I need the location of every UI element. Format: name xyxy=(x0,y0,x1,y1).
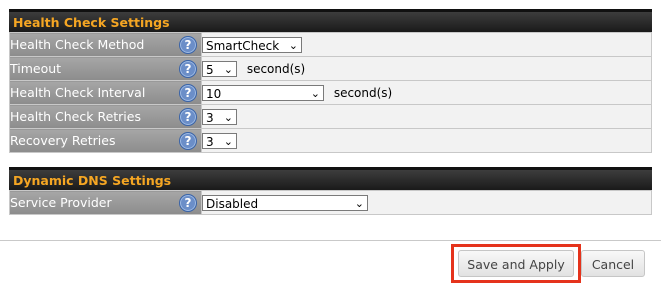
help-icon[interactable]: ? xyxy=(179,60,197,78)
timeout-row: Timeout ? 5 ⌄ second(s) xyxy=(9,56,652,81)
cancel-button[interactable]: Cancel xyxy=(581,250,645,277)
dynamic-dns-settings-title: Dynamic DNS Settings xyxy=(9,167,652,190)
health-check-interval-unit: second(s) xyxy=(333,85,393,100)
service-provider-select[interactable]: Disabled ⌄ xyxy=(202,194,368,211)
footer-divider xyxy=(0,240,661,241)
health-check-interval-label: Health Check Interval xyxy=(10,85,146,100)
save-and-apply-button[interactable]: Save and Apply xyxy=(458,250,574,277)
timeout-label: Timeout xyxy=(10,61,62,76)
health-check-settings-title: Health Check Settings xyxy=(9,9,652,32)
health-check-interval-select[interactable]: 10 ⌄ xyxy=(202,84,324,101)
chevron-down-icon: ⌄ xyxy=(223,110,233,124)
timeout-select[interactable]: 5 ⌄ xyxy=(202,60,237,77)
health-check-method-row: Health Check Method ? SmartCheck ⌄ xyxy=(9,32,652,57)
help-icon[interactable]: ? xyxy=(179,108,197,126)
health-check-retries-select[interactable]: 3 ⌄ xyxy=(202,108,237,125)
chevron-down-icon: ⌄ xyxy=(288,38,298,52)
service-provider-row: Service Provider ? Disabled ⌄ xyxy=(9,190,652,215)
dynamic-dns-settings-panel: Dynamic DNS Settings Service Provider ? … xyxy=(9,167,652,215)
timeout-unit: second(s) xyxy=(246,61,306,76)
chevron-down-icon: ⌄ xyxy=(223,134,233,148)
dynamic-dns-settings-table: Service Provider ? Disabled ⌄ xyxy=(9,190,652,215)
service-provider-label: Service Provider xyxy=(10,195,112,210)
health-check-method-label: Health Check Method xyxy=(10,37,145,52)
health-check-retries-label: Health Check Retries xyxy=(10,109,141,124)
chevron-down-icon: ⌄ xyxy=(310,86,320,100)
recovery-retries-row: Recovery Retries ? 3 ⌄ xyxy=(9,128,652,153)
help-icon[interactable]: ? xyxy=(179,132,197,150)
help-icon[interactable]: ? xyxy=(179,194,197,212)
health-check-retries-row: Health Check Retries ? 3 ⌄ xyxy=(9,104,652,129)
help-icon[interactable]: ? xyxy=(179,36,197,54)
recovery-retries-label: Recovery Retries xyxy=(10,133,116,148)
health-check-interval-row: Health Check Interval ? 10 ⌄ second(s) xyxy=(9,80,652,105)
health-check-settings-table: Health Check Method ? SmartCheck ⌄ Timeo… xyxy=(9,32,652,153)
health-check-settings-panel: Health Check Settings Health Check Metho… xyxy=(9,9,652,153)
health-check-method-select[interactable]: SmartCheck ⌄ xyxy=(202,36,302,53)
recovery-retries-select[interactable]: 3 ⌄ xyxy=(202,132,237,149)
chevron-down-icon: ⌄ xyxy=(354,196,364,210)
chevron-down-icon: ⌄ xyxy=(223,62,233,76)
help-icon[interactable]: ? xyxy=(179,84,197,102)
